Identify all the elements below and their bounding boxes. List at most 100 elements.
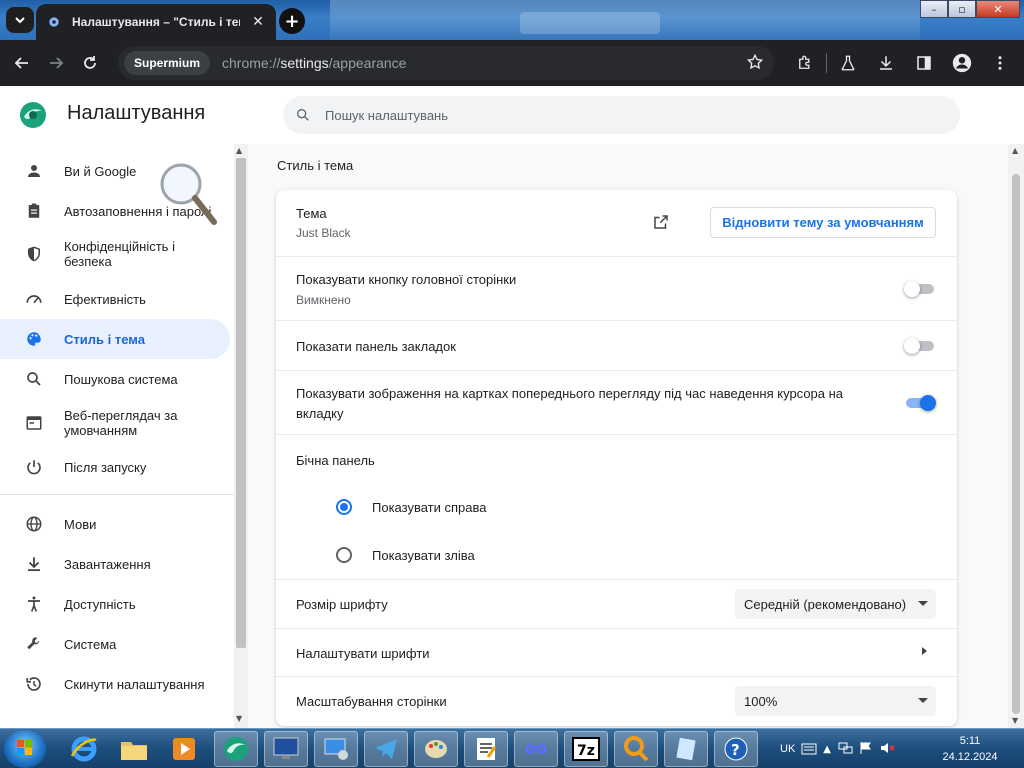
- taskbar-word-editor[interactable]: [464, 731, 508, 767]
- theme-label: Тема: [296, 206, 327, 221]
- bookmarks-bar-toggle[interactable]: [904, 338, 936, 354]
- search-icon: [24, 369, 44, 389]
- sidebar-item-label: Система: [64, 636, 117, 652]
- search-input[interactable]: [325, 107, 925, 123]
- taskbar-telegram[interactable]: [364, 731, 408, 767]
- sidebar-item-on-startup[interactable]: Після запуску: [0, 447, 230, 487]
- sidebar-item-you-and-google[interactable]: Ви й Google: [0, 151, 230, 191]
- page-zoom-value: 100%: [744, 693, 778, 709]
- sidebar-item-system[interactable]: Система: [0, 624, 230, 664]
- arrow-left-icon: [14, 57, 28, 69]
- taskbar-7zip[interactable]: 7z: [564, 731, 608, 767]
- show-hidden-icons-icon[interactable]: ▲: [823, 744, 831, 755]
- hover-preview-row[interactable]: Показувати зображення на картках поперед…: [276, 370, 957, 434]
- sidebar-item-search-engine[interactable]: Пошукова система: [0, 359, 230, 399]
- settings-search[interactable]: [283, 96, 960, 134]
- sidebar-scroll-thumb[interactable]: [236, 158, 246, 648]
- taskbar-network[interactable]: [314, 731, 358, 767]
- maximize-button[interactable]: ▫: [948, 0, 976, 18]
- more-vert-icon: [998, 56, 1002, 70]
- side-panel-button[interactable]: [907, 46, 941, 80]
- sidebar-item-performance[interactable]: Ефективність: [0, 279, 230, 319]
- taskbar-media-player[interactable]: [162, 731, 206, 767]
- avatar-icon: [952, 53, 972, 73]
- taskbar-search-tool[interactable]: [614, 731, 658, 767]
- font-size-select[interactable]: Середній (рекомендовано): [735, 589, 936, 619]
- main-scroll-thumb[interactable]: [1012, 174, 1020, 714]
- sidebar-item-languages[interactable]: Мови: [0, 504, 230, 544]
- profile-button[interactable]: [945, 46, 979, 80]
- bookmarks-bar-label: Показати панель закладок: [296, 339, 456, 354]
- sidebar-item-label: Пошукова система: [64, 371, 178, 387]
- taskbar-infinity-app[interactable]: [514, 731, 558, 767]
- clock-time: 5:11: [959, 735, 981, 747]
- bookmarks-bar-row[interactable]: Показати панель закладок: [276, 320, 957, 370]
- taskbar-notes[interactable]: [664, 731, 708, 767]
- forward-button[interactable]: [39, 46, 73, 80]
- main-scrollbar[interactable]: ▲ ▼: [1008, 144, 1024, 728]
- taskbar-help[interactable]: ?: [714, 731, 758, 767]
- side-panel-left-option[interactable]: Показувати зліва: [336, 544, 475, 566]
- tab-search-button[interactable]: [6, 7, 34, 33]
- tab-settings[interactable]: Налаштування – "Стиль і тема" ✕: [36, 4, 276, 40]
- network-icon[interactable]: [837, 740, 853, 759]
- language-indicator[interactable]: UK: [780, 743, 795, 755]
- side-panel-icon: [917, 56, 931, 70]
- scroll-up-icon[interactable]: ▲: [1012, 146, 1018, 155]
- reset-theme-button[interactable]: Відновити тему за умовчанням: [710, 207, 936, 238]
- palette-icon: [24, 329, 44, 349]
- sidebar-item-appearance[interactable]: Стиль і тема: [0, 319, 230, 359]
- sidebar-scrollbar[interactable]: ▲ ▼: [234, 144, 248, 728]
- taskbar-supermium[interactable]: [214, 731, 258, 767]
- keyboard-icon[interactable]: [801, 740, 817, 759]
- url-scheme: chrome://: [222, 55, 281, 71]
- volume-muted-icon[interactable]: [879, 740, 895, 759]
- browser-icon: [24, 413, 44, 433]
- help-icon: ?: [724, 737, 748, 761]
- sidebar-item-autofill[interactable]: Автозаповнення і паролі: [0, 191, 230, 231]
- extensions-button[interactable]: [788, 46, 822, 80]
- home-button-row[interactable]: Показувати кнопку головної сторінки Вимк…: [276, 256, 957, 320]
- back-button[interactable]: [5, 46, 39, 80]
- taskbar-paint[interactable]: [414, 731, 458, 767]
- customize-fonts-row[interactable]: Налаштувати шрифти: [276, 628, 957, 676]
- taskbar-ie[interactable]: [62, 731, 106, 767]
- toolbar-actions: [788, 46, 1017, 80]
- radio-selected[interactable]: [336, 499, 352, 515]
- sidebar-item-label: Мови: [64, 516, 97, 532]
- side-panel-right-option[interactable]: Показувати справа: [336, 496, 486, 518]
- page-zoom-select[interactable]: 100%: [735, 686, 936, 716]
- reload-button[interactable]: [73, 46, 107, 80]
- labs-button[interactable]: [831, 46, 865, 80]
- taskbar-explorer[interactable]: [112, 731, 156, 767]
- bookmark-star-icon[interactable]: [746, 53, 764, 75]
- taskbar-remote-desktop[interactable]: [264, 731, 308, 767]
- open-in-new-icon[interactable]: [652, 213, 670, 235]
- action-center-flag-icon[interactable]: [859, 740, 873, 759]
- url-text[interactable]: chrome://settings/appearance: [222, 55, 406, 71]
- sidebar-item-label: Скинути налаштування: [64, 676, 205, 692]
- sidebar-item-privacy[interactable]: Конфіденційність і безпека: [0, 234, 230, 274]
- browser-chip[interactable]: Supermium: [124, 51, 211, 75]
- hover-preview-toggle[interactable]: [904, 395, 936, 411]
- window-titlebar: Налаштування – "Стиль і тема" ✕ + – ▫ ✕: [0, 0, 1024, 40]
- downloads-button[interactable]: [869, 46, 903, 80]
- scroll-up-icon[interactable]: ▲: [236, 146, 242, 155]
- close-icon[interactable]: ✕: [250, 14, 266, 30]
- home-button-toggle[interactable]: [904, 281, 936, 297]
- minimize-button[interactable]: –: [920, 0, 948, 18]
- menu-button[interactable]: [983, 46, 1017, 80]
- sidebar-item-downloads[interactable]: Завантаження: [0, 544, 230, 584]
- new-tab-button[interactable]: +: [279, 8, 305, 34]
- taskbar-clock[interactable]: 5:11 24.12.2024: [930, 733, 1010, 765]
- address-bar[interactable]: Supermium chrome://settings/appearance: [118, 46, 774, 80]
- start-button[interactable]: [4, 730, 46, 768]
- sidebar-item-default-browser[interactable]: Веб-переглядач за умовчанням: [0, 403, 230, 443]
- close-window-button[interactable]: ✕: [976, 0, 1020, 18]
- sidebar-item-reset[interactable]: Скинути налаштування: [0, 664, 230, 704]
- scroll-down-icon[interactable]: ▼: [1012, 716, 1018, 725]
- scroll-down-icon[interactable]: ▼: [236, 714, 242, 723]
- sidebar-item-accessibility[interactable]: Доступність: [0, 584, 230, 624]
- sidebar-item-label: Ефективність: [64, 291, 146, 307]
- radio-unselected[interactable]: [336, 547, 352, 563]
